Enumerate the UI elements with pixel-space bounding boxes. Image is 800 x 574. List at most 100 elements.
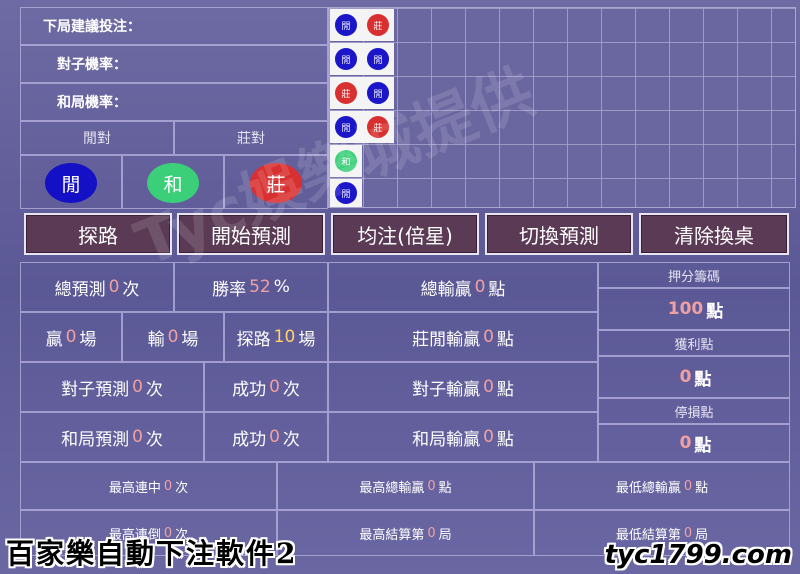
player-bead: 閒 [367,82,389,104]
stat-label: 探路 [236,329,271,350]
flat-bet-button[interactable]: 均注(倍星) [331,213,479,255]
footer-site[interactable]: tyc1799.com [605,540,792,570]
bead-cell: 閒 [330,43,362,75]
stat-label: 成功 [232,379,267,400]
player-bead: 閒 [335,14,357,36]
tie-predict-stat: 和局預測 0 次 [20,412,204,462]
bead-cell: 莊 [330,77,362,109]
total-net-stat: 總輸贏 0 點 [328,262,598,312]
player-bead: 閒 [335,182,357,204]
stop-loss-value: 0 [679,433,692,453]
stat-value: 52 [249,277,271,297]
win-rate-stat: 勝率 52% [174,262,328,312]
max-win-streak-record: 最高連中 0 次 [20,462,277,510]
bead-road-grid [328,7,796,208]
profit-value-field[interactable]: 0點 [598,356,790,398]
chip-unit: 點 [706,301,724,322]
profit-value: 0 [679,367,692,387]
pair-success-stat: 成功 0 次 [204,362,328,412]
record-label: 最高連中 [108,480,161,496]
profit-unit: 點 [694,369,712,390]
tie-rate-label: 和局機率： [20,83,328,121]
stat-label: 和局輸贏 [412,429,481,450]
explore-button[interactable]: 探路 [24,213,172,255]
record-label: 最低總輸贏 [615,480,681,496]
record-value: 0 [163,478,173,494]
record-unit: 局 [438,527,452,543]
stat-unit: 次 [145,379,163,400]
bead-cell: 莊 [362,111,394,143]
bead-cell: 閒 [330,9,362,41]
chip-value-field[interactable]: 100 點 [598,288,790,330]
stat-unit: 次 [145,429,163,450]
stat-unit: 點 [496,429,514,450]
stat-unit: 點 [496,379,514,400]
stat-value: 0 [108,277,120,297]
tie-ball[interactable]: 和 [147,163,199,203]
stat-label: 對子預測 [61,379,130,400]
profit-label: 獲利點 [598,330,790,356]
chip-value: 100 [667,299,704,319]
start-predict-button[interactable]: 開始預測 [177,213,325,255]
max-total-win-record: 最高總輸贏 0 點 [277,462,534,510]
banker-bead: 莊 [367,14,389,36]
bead-cell: 和 [330,145,362,177]
stat-label: 贏 [45,329,63,350]
pair-predict-stat: 對子預測 0 次 [20,362,204,412]
banker-bead: 莊 [367,116,389,138]
next-bet-label: 下局建議投注： [20,7,328,45]
tie-bead: 和 [335,150,357,172]
stat-label: 輸 [147,329,165,350]
stat-unit: 場 [298,329,316,350]
stat-value: 0 [269,427,280,447]
record-unit: 點 [438,480,452,496]
min-total-win-record: 最低總輸贏 0 點 [534,462,790,510]
stat-unit: 點 [496,329,514,350]
record-unit: 點 [695,480,709,496]
player-pair-label: 閒對 [20,121,174,155]
switch-predict-button[interactable]: 切換預測 [485,213,633,255]
stat-label: 總輸贏 [420,279,472,300]
stat-value: 0 [483,427,494,447]
player-ball[interactable]: 閒 [45,163,97,203]
stat-label: 勝率 [212,279,247,300]
stat-value: 0 [132,427,143,447]
stat-value: 0 [65,327,77,347]
clear-table-button[interactable]: 清除換桌 [639,213,789,255]
stat-value: 0 [483,377,494,397]
bead-cell: 閒 [330,179,362,207]
stop-loss-unit: 點 [694,435,712,456]
stat-value: 0 [483,327,494,347]
stat-unit: % [273,277,290,297]
stat-unit: 次 [282,429,300,450]
stop-loss-label: 停損點 [598,398,790,424]
bead-cell: 閒 [362,43,394,75]
tie-success-stat: 成功 0 次 [204,412,328,462]
stat-label: 和局預測 [61,429,130,450]
record-label: 最高結算第 [359,527,425,543]
stat-value: 0 [269,377,280,397]
losses-stat: 輸0場 [122,312,224,362]
record-value: 0 [683,525,693,541]
chip-label: 押分籌碼 [598,262,790,288]
player-bead: 閒 [367,48,389,70]
record-label: 最高總輸贏 [359,480,425,496]
stat-unit: 點 [488,279,506,300]
stat-label: 總預測 [54,279,106,300]
stat-label: 成功 [232,429,267,450]
stat-value: 10 [273,327,296,347]
footer-title: 百家樂自動下注軟件2 [6,537,298,570]
record-value: 0 [427,478,436,494]
banker-bead: 莊 [335,82,357,104]
total-predict-stat: 總預測 0 次 [20,262,174,312]
bp-net-stat: 莊閒輸贏 0 點 [328,312,598,362]
stat-label: 對子輸贏 [412,379,481,400]
max-settle-round-record: 最高結算第 0 局 [277,510,534,556]
banker-ball[interactable]: 莊 [250,163,302,203]
pair-net-stat: 對子輸贏 0 點 [328,362,598,412]
stop-loss-value-field[interactable]: 0點 [598,424,790,462]
player-bead: 閒 [335,116,357,138]
bead-cell: 閒 [362,77,394,109]
pair-rate-label: 對子機率： [20,45,328,83]
stat-unit: 次 [122,279,140,300]
